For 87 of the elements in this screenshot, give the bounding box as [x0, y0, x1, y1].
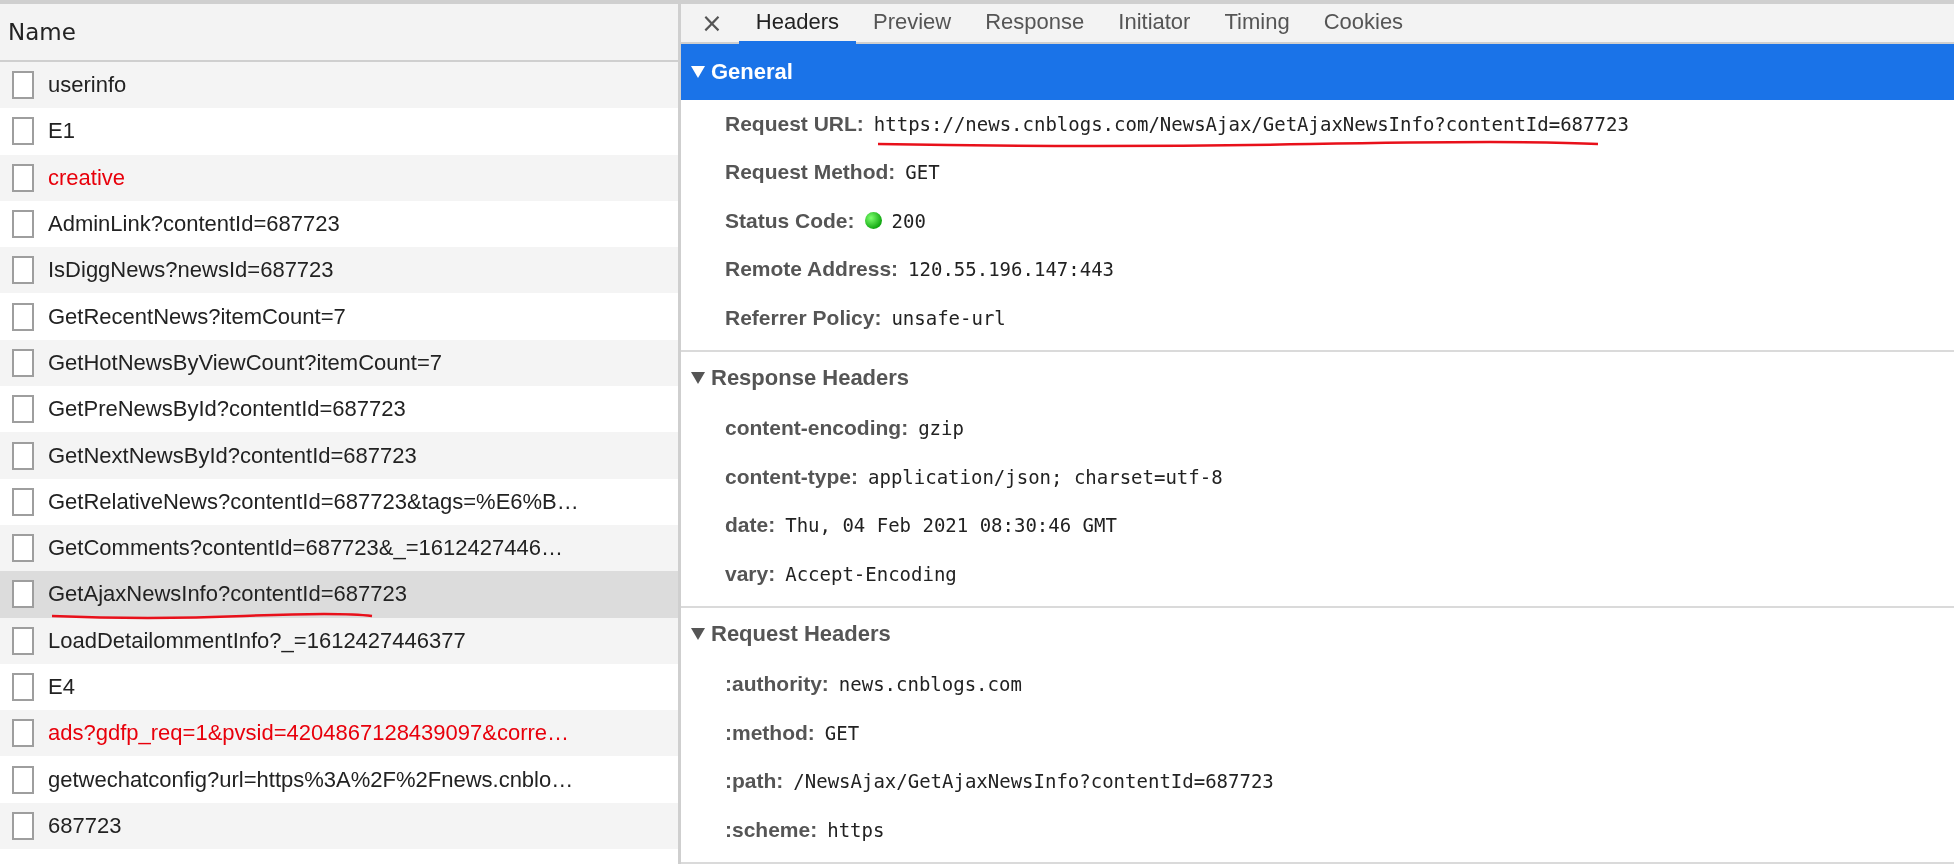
request-name: GetAjaxNewsInfo?contentId=687723	[48, 581, 407, 608]
tab[interactable]: Cookies	[1306, 4, 1421, 44]
file-icon	[12, 765, 34, 794]
header-value: news.cnblogs.com	[838, 673, 1022, 696]
header-value: GET	[905, 161, 940, 184]
request-row[interactable]: userinfo	[0, 62, 678, 109]
file-icon	[12, 348, 34, 377]
tab[interactable]: Response	[968, 4, 1102, 44]
file-icon	[12, 256, 34, 285]
tab[interactable]: Preview	[855, 4, 969, 44]
file-icon	[12, 395, 34, 424]
header-value: 120.55.196.147:443	[908, 258, 1114, 281]
close-button[interactable]: ×	[693, 4, 739, 42]
tab[interactable]: Timing	[1207, 4, 1307, 44]
header-name: vary:	[725, 561, 776, 586]
request-name: LoadDetailommentInfo?_=1612427446377	[48, 627, 466, 654]
file-icon	[12, 210, 34, 239]
file-icon	[12, 441, 34, 470]
request-row[interactable]: GetNextNewsById?contentId=687723	[0, 432, 678, 479]
request-row[interactable]: LoadDetailommentInfo?_=1612427446377	[0, 617, 678, 664]
header-name: :path:	[725, 769, 784, 794]
request-name: GetRecentNews?itemCount=7	[48, 303, 346, 330]
section-header[interactable]: Response Headers	[681, 352, 1954, 404]
request-row[interactable]: GetComments?contentId=687723&_=1612427446…	[0, 524, 678, 572]
header-name: :method:	[725, 720, 815, 745]
file-icon	[12, 673, 34, 701]
request-name: E4	[48, 674, 75, 700]
file-icon	[12, 580, 34, 609]
request-row[interactable]: GetHotNewsByViewCount?itemCount=7	[0, 339, 678, 387]
header-name: content-type:	[725, 464, 858, 489]
request-name: GetRelativeNews?contentId=687723&tags=%E6%B…	[48, 488, 579, 515]
request-name: GetComments?contentId=687723&_=1612427446…	[48, 535, 563, 562]
header-name: content-encoding:	[725, 416, 909, 441]
file-icon	[12, 302, 34, 331]
section-header[interactable]: Request Headers	[681, 608, 1954, 660]
header-value: gzip	[918, 417, 964, 440]
header-value: GET	[824, 721, 860, 744]
request-row[interactable]: GetAjaxNewsInfo?contentId=687723	[0, 571, 678, 618]
header-value: https	[827, 818, 885, 841]
header-name: Request Method:	[725, 160, 896, 185]
header-name: :scheme:	[725, 817, 818, 842]
section-title: Response Headers	[711, 365, 910, 391]
header-name: Request URL:	[725, 111, 864, 136]
collapse-triangle-icon	[691, 372, 705, 384]
header-value: /NewsAjax/GetAjaxNewsInfo?contentId=687723	[793, 770, 1274, 793]
file-icon	[12, 719, 34, 748]
request-name: userinfo	[48, 72, 127, 99]
request-name: getwechatconfig?url=https%3A%2F%2Fnews.cnblo…	[48, 766, 574, 793]
request-row[interactable]: IsDiggNews?newsId=687723	[0, 247, 678, 294]
request-name: ads?gdfp_req=1&pvsid=4204867128439097&corre…	[48, 720, 570, 747]
status-dot-icon	[864, 212, 882, 230]
request-name: IsDiggNews?newsId=687723	[48, 257, 334, 284]
section-header[interactable]: General	[681, 43, 1954, 100]
request-name: GetNextNewsById?contentId=687723	[48, 442, 417, 469]
file-icon	[12, 626, 34, 655]
request-name: 687723	[48, 812, 122, 839]
request-row[interactable]: creative	[0, 154, 678, 201]
header-value: application/json; charset=utf-8	[868, 465, 1223, 488]
file-icon	[12, 811, 34, 840]
request-row[interactable]: ads?gdfp_req=1&pvsid=4204867128439097&corre…	[0, 710, 678, 757]
file-icon	[12, 71, 34, 100]
header-name: Remote Address:	[725, 257, 899, 282]
header-value: 200	[891, 209, 926, 232]
request-name: GetHotNewsByViewCount?itemCount=7	[48, 349, 442, 376]
tab[interactable]: Initiator	[1101, 4, 1208, 44]
request-name: E1	[48, 118, 75, 145]
header-value: Accept-Encoding	[785, 562, 957, 585]
header-name: Status Code:	[725, 208, 855, 233]
header-name: Referrer Policy:	[725, 305, 882, 330]
header-name: :authority:	[725, 672, 829, 697]
request-name: GetPreNewsById?contentId=687723	[48, 396, 406, 423]
request-name: creative	[48, 164, 126, 191]
request-name: AdminLink?contentId=687723	[48, 211, 340, 238]
header-name: date:	[725, 513, 776, 538]
section-title: Request Headers	[711, 621, 891, 647]
file-icon	[12, 117, 34, 146]
file-icon	[12, 534, 34, 563]
section-title: General	[711, 58, 793, 85]
file-icon	[12, 163, 34, 192]
header-value: Thu, 04 Feb 2021 08:30:46 GMT	[785, 514, 1117, 537]
column-header[interactable]: Name	[0, 4, 678, 62]
request-row[interactable]: 687723	[0, 802, 678, 850]
file-icon	[12, 487, 34, 516]
header-value: unsafe-url	[891, 306, 1006, 329]
collapse-triangle-icon	[691, 628, 705, 640]
header-value: https://news.cnblogs.com/NewsAjax/GetAjaxNewsInfo?contentId=687723	[873, 112, 1629, 135]
collapse-triangle-icon	[691, 65, 705, 78]
